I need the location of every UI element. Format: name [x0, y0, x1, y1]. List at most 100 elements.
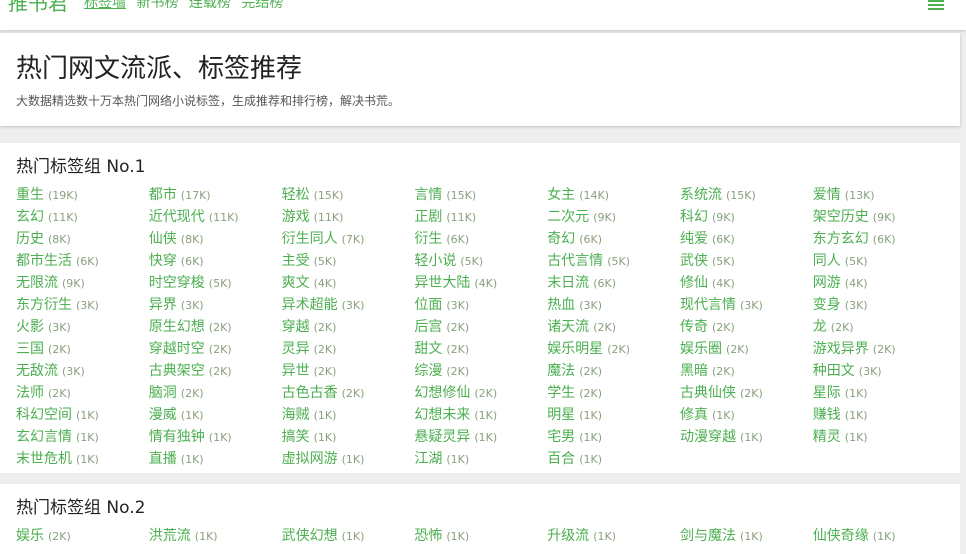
tag-link[interactable]: 现代言情 (3K) — [680, 296, 763, 315]
brand-logo[interactable]: 推书君 — [8, 0, 68, 15]
tag-link[interactable]: 正剧 (11K) — [414, 208, 476, 227]
tag-link[interactable]: 言情 (15K) — [414, 186, 476, 205]
tag-link[interactable]: 升级流 (1K) — [547, 527, 616, 546]
tag-link[interactable]: 快穿 (6K) — [149, 252, 204, 271]
tag-link[interactable]: 无敌流 (3K) — [16, 362, 85, 381]
tag-link[interactable]: 东方玄幻 (6K) — [813, 230, 896, 249]
tag-link[interactable]: 百合 (1K) — [547, 450, 602, 469]
tag-link[interactable]: 无限流 (9K) — [16, 274, 85, 293]
tag-link[interactable]: 热血 (3K) — [547, 296, 602, 315]
hamburger-menu-icon[interactable] — [928, 0, 944, 10]
tag-link[interactable]: 位面 (3K) — [414, 296, 469, 315]
tag-link[interactable]: 末世危机 (1K) — [16, 450, 99, 469]
tag-link[interactable]: 末日流 (6K) — [547, 274, 616, 293]
tag-link[interactable]: 传奇 (2K) — [680, 318, 735, 337]
tag-link[interactable]: 赚钱 (1K) — [813, 406, 868, 425]
tag-link[interactable]: 魔法 (2K) — [547, 362, 602, 381]
tag-link[interactable]: 幻想未来 (1K) — [414, 406, 497, 425]
tag-link[interactable]: 异世大陆 (4K) — [414, 274, 497, 293]
tag-link[interactable]: 科幻 (9K) — [680, 208, 735, 227]
tag-link[interactable]: 古典仙侠 (2K) — [680, 384, 763, 403]
tag-link[interactable]: 宅男 (1K) — [547, 428, 602, 447]
tag-link[interactable]: 仙侠奇缘 (1K) — [813, 527, 896, 546]
tag-link[interactable]: 同人 (5K) — [813, 252, 868, 271]
tag-link[interactable]: 穿越时空 (2K) — [149, 340, 232, 359]
tag-link[interactable]: 精灵 (1K) — [813, 428, 868, 447]
tag-link[interactable]: 娱乐圈 (2K) — [680, 340, 749, 359]
tag-link[interactable]: 异术超能 (3K) — [282, 296, 365, 315]
tag-link[interactable]: 娱乐明星 (2K) — [547, 340, 630, 359]
tag-link[interactable]: 都市 (17K) — [149, 186, 211, 205]
tag-link[interactable]: 重生 (19K) — [16, 186, 78, 205]
nav-serial-books[interactable]: 连载榜 — [189, 0, 231, 11]
tag-link[interactable]: 古色古香 (2K) — [282, 384, 365, 403]
tag-link[interactable]: 时空穿梭 (5K) — [149, 274, 232, 293]
tag-link[interactable]: 历史 (8K) — [16, 230, 71, 249]
tag-link[interactable]: 法师 (2K) — [16, 384, 71, 403]
nav-finished-books[interactable]: 完结榜 — [241, 0, 283, 11]
tag-link[interactable]: 玄幻 (11K) — [16, 208, 78, 227]
tag-link[interactable]: 武侠 (5K) — [680, 252, 735, 271]
tag-link[interactable]: 娱乐 (2K) — [16, 527, 71, 546]
tag-link[interactable]: 系统流 (15K) — [680, 186, 756, 205]
tag-link[interactable]: 武侠幻想 (1K) — [282, 527, 365, 546]
tag-link[interactable]: 科幻空间 (1K) — [16, 406, 99, 425]
tag-link[interactable]: 洪荒流 (1K) — [149, 527, 218, 546]
tag-link[interactable]: 三国 (2K) — [16, 340, 71, 359]
tag-link[interactable]: 衍生 (6K) — [414, 230, 469, 249]
tag-link[interactable]: 搞笑 (1K) — [282, 428, 337, 447]
tag-link[interactable]: 灵异 (2K) — [282, 340, 337, 359]
nav-new-books[interactable]: 新书榜 — [136, 0, 178, 11]
tag-link[interactable]: 异界 (3K) — [149, 296, 204, 315]
tag-link[interactable]: 修真 (1K) — [680, 406, 735, 425]
tag-link[interactable]: 漫威 (1K) — [149, 406, 204, 425]
tag-link[interactable]: 东方衍生 (3K) — [16, 296, 99, 315]
tag-link[interactable]: 奇幻 (6K) — [547, 230, 602, 249]
tag-link[interactable]: 后宫 (2K) — [414, 318, 469, 337]
tag-link[interactable]: 主受 (5K) — [282, 252, 337, 271]
tag-link[interactable]: 诸天流 (2K) — [547, 318, 616, 337]
tag-link[interactable]: 爽文 (4K) — [282, 274, 337, 293]
tag-link[interactable]: 架空历史 (9K) — [813, 208, 896, 227]
tag-link[interactable]: 轻小说 (5K) — [414, 252, 483, 271]
tag-link[interactable]: 情有独钟 (1K) — [149, 428, 232, 447]
tag-link[interactable]: 江湖 (1K) — [414, 450, 469, 469]
tag-link[interactable]: 火影 (3K) — [16, 318, 71, 337]
tag-link[interactable]: 网游 (4K) — [813, 274, 868, 293]
tag-link[interactable]: 星际 (1K) — [813, 384, 868, 403]
tag-link[interactable]: 直播 (1K) — [149, 450, 204, 469]
tag-link[interactable]: 综漫 (2K) — [414, 362, 469, 381]
tag-link[interactable]: 动漫穿越 (1K) — [680, 428, 763, 447]
tag-link[interactable]: 学生 (2K) — [547, 384, 602, 403]
tag-link[interactable]: 甜文 (2K) — [414, 340, 469, 359]
tag-link[interactable]: 恐怖 (1K) — [414, 527, 469, 546]
tag-link[interactable]: 仙侠 (8K) — [149, 230, 204, 249]
tag-link[interactable]: 剑与魔法 (1K) — [680, 527, 763, 546]
tag-link[interactable]: 幻想修仙 (2K) — [414, 384, 497, 403]
tag-link[interactable]: 游戏 (11K) — [282, 208, 344, 227]
tag-link[interactable]: 明星 (1K) — [547, 406, 602, 425]
tag-link[interactable]: 脑洞 (2K) — [149, 384, 204, 403]
tag-link[interactable]: 黑暗 (2K) — [680, 362, 735, 381]
tag-link[interactable]: 近代现代 (11K) — [149, 208, 239, 227]
tag-link[interactable]: 穿越 (2K) — [282, 318, 337, 337]
tag-link[interactable]: 都市生活 (6K) — [16, 252, 99, 271]
tag-link[interactable]: 女主 (14K) — [547, 186, 609, 205]
tag-link[interactable]: 游戏异界 (2K) — [813, 340, 896, 359]
tag-link[interactable]: 异世 (2K) — [282, 362, 337, 381]
tag-link[interactable]: 变身 (3K) — [813, 296, 868, 315]
tag-link[interactable]: 二次元 (9K) — [547, 208, 616, 227]
tag-link[interactable]: 衍生同人 (7K) — [282, 230, 365, 249]
tag-link[interactable]: 种田文 (3K) — [813, 362, 882, 381]
tag-link[interactable]: 虚拟网游 (1K) — [282, 450, 365, 469]
tag-link[interactable]: 原生幻想 (2K) — [149, 318, 232, 337]
nav-tag-wall[interactable]: 标签墙 — [84, 0, 126, 11]
tag-link[interactable]: 悬疑灵异 (1K) — [414, 428, 497, 447]
tag-link[interactable]: 爱情 (13K) — [813, 186, 875, 205]
tag-link[interactable]: 纯爱 (6K) — [680, 230, 735, 249]
tag-link[interactable]: 海贼 (1K) — [282, 406, 337, 425]
tag-link[interactable]: 修仙 (4K) — [680, 274, 735, 293]
tag-link[interactable]: 玄幻言情 (1K) — [16, 428, 99, 447]
tag-link[interactable]: 古代言情 (5K) — [547, 252, 630, 271]
tag-link[interactable]: 龙 (2K) — [813, 318, 854, 337]
